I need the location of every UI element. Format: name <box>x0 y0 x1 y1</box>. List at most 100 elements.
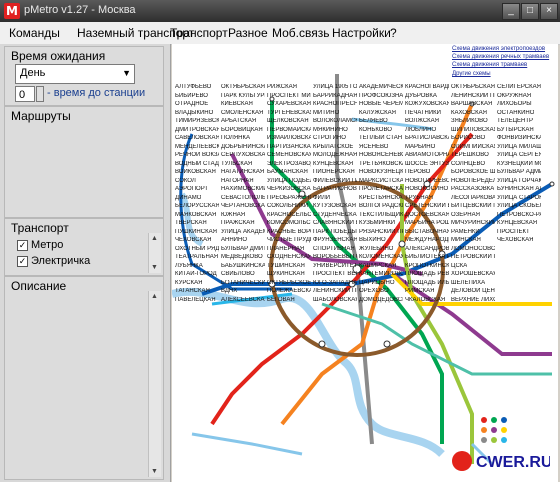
minimize-button[interactable]: _ <box>502 3 520 20</box>
station-label[interactable]: ЧИСТЫЕ ПРУДЫ <box>267 237 311 243</box>
station-label[interactable]: ИЗМАЙЛОВСКАЯ <box>267 135 311 141</box>
station-label[interactable]: КРЫЛАТСКОЕ <box>313 144 353 150</box>
station-label[interactable]: ЧЕРТАНОВСКАЯ <box>221 203 265 209</box>
station-label[interactable]: МИНСКАЯ <box>451 237 481 243</box>
station-label[interactable]: БОРОВИЦКАЯ <box>221 127 263 133</box>
close-button[interactable]: × <box>540 3 558 20</box>
station-label[interactable]: СОЛНЦЕВО <box>451 161 485 167</box>
station-label[interactable]: КАНТЕМИРОВСКАЯ <box>359 271 403 277</box>
station-label[interactable]: ШЕЛЕПИХА <box>451 280 485 286</box>
station-label[interactable]: КОЛОМЕНСКАЯ <box>359 254 403 260</box>
station-label[interactable]: РЯЗАНСКИЙ ПРОСПЕКТ <box>359 229 403 235</box>
station-label[interactable]: БЕГОВАЯ <box>267 297 295 303</box>
scroll-up-icon[interactable]: ▲ <box>151 293 158 300</box>
station-label[interactable]: ШАБОЛОВСКАЯ <box>313 297 357 303</box>
station-label[interactable]: ВЫСТАВОЧНАЯ <box>405 229 449 235</box>
station-label[interactable]: БИБИРЕВО <box>175 93 208 99</box>
station-label[interactable]: КУТУЗОВСКАЯ <box>313 203 356 209</box>
station-label[interactable]: ВЫХИНО <box>359 237 386 243</box>
station-label[interactable]: ВОЛЖСКАЯ <box>405 118 439 124</box>
station-label[interactable]: БОТАНИЧЕСКИЙ САД <box>221 280 265 286</box>
station-label[interactable]: ДОМОДЕДОВСКАЯ <box>359 297 403 303</box>
station-label[interactable]: МЕДВЕДКОВО <box>221 254 263 260</box>
station-label[interactable]: ОКТЯБРЬСКАЯ <box>221 84 265 90</box>
station-label[interactable]: ОКРУЖНАЯ <box>497 93 531 99</box>
station-label[interactable]: НОВОГИРЕЕВО <box>405 178 449 184</box>
station-label[interactable]: ФИЛИ <box>313 195 330 201</box>
station-label[interactable]: РАМЕНКИ <box>451 229 480 235</box>
station-label[interactable]: ТВЕРСКАЯ <box>175 220 207 226</box>
transport-scrollbar[interactable]: ▲ ▼ <box>148 233 161 273</box>
station-label[interactable]: ОКТЯБРЬСКОЕ ПОЛЕ <box>267 280 311 286</box>
station-label[interactable]: ЭЛЕКТРОЗАВОДСКАЯ <box>267 161 311 167</box>
station-label[interactable]: НОВЫЕ ЧЕРЕМУШКИ <box>359 101 403 107</box>
station-label[interactable]: ЖУЛЕБИНО <box>359 246 393 252</box>
station-label[interactable]: АЭРОПОРТ <box>175 186 208 192</box>
station-label[interactable]: ЗЯБЛИКОВО <box>451 118 488 124</box>
station-label[interactable]: БЕЛОРУССКАЯ <box>175 203 219 209</box>
station-label[interactable]: КУНЦЕВСКАЯ <box>313 161 353 167</box>
station-label[interactable]: ЦСКА <box>451 263 467 269</box>
link-other-schemas[interactable]: Другие схемы <box>452 71 491 77</box>
station-label[interactable]: ЛЕНИНСКИЙ ПРОСПЕКТ <box>451 93 495 99</box>
station-label[interactable]: ТЕРЕШКОВО <box>451 152 489 158</box>
station-label[interactable]: БУЛЬВАР ДМИТРИЯ ДОНСКОГО <box>221 246 265 252</box>
station-label[interactable]: ПАРК ПОБЕДЫ <box>313 229 357 235</box>
station-label[interactable]: ОСТАНКИНО <box>497 110 534 116</box>
station-label[interactable]: НАГОРНАЯ <box>221 178 254 184</box>
station-label[interactable]: КИЕВСКАЯ <box>221 101 253 107</box>
station-label[interactable]: ПИОНЕРСКАЯ <box>313 169 355 175</box>
station-label[interactable]: ПЕТРОВСКО-РАЗУМОВСКАЯ <box>497 212 541 218</box>
station-label[interactable]: НОВОЯСЕНЕВСКАЯ <box>359 152 403 158</box>
station-label[interactable]: ТУШИНСКАЯ <box>267 263 305 269</box>
station-label[interactable]: АЛТУФЬЕВО <box>175 84 211 90</box>
station-label[interactable]: СОКОЛ <box>175 178 196 184</box>
station-label[interactable]: БОРИСОВО <box>451 135 485 141</box>
station-label[interactable]: ТИМИРЯЗЕВСКАЯ <box>175 118 219 124</box>
station-label[interactable]: УЛИЦА СЕРГЕЯ ЭЙЗЕНШТЕЙНА <box>497 152 541 158</box>
station-label[interactable]: ВОЛГОГРАДСКИЙ ПРОСПЕКТ <box>359 203 403 209</box>
station-label[interactable]: НАГАТИНСКАЯ <box>221 169 264 175</box>
station-label[interactable]: ПАВЕЛЕЦКАЯ <box>175 297 216 303</box>
station-label[interactable]: КОМСОМОЛЬСКАЯ <box>267 220 311 226</box>
station-label[interactable]: ОРЕХОВО <box>359 288 389 294</box>
station-label[interactable]: БАРРИКАДНАЯ <box>313 93 357 99</box>
link-trains-schema[interactable]: Схема движения электропоездов <box>452 46 545 52</box>
maximize-button[interactable]: □ <box>521 3 539 20</box>
station-label[interactable]: АННИНО <box>221 237 247 243</box>
scroll-down-icon[interactable]: ▼ <box>151 264 158 271</box>
station-label[interactable]: РАССКАЗОВКА <box>451 186 494 192</box>
station-label[interactable]: ПЕТРОВСКИЙ ПАРК <box>451 254 495 260</box>
link-river-trams[interactable]: Схема движения речных трамваев <box>452 54 549 60</box>
station-label[interactable]: ПРОСПЕКТ ВЕРНАДСКОГО <box>313 271 357 277</box>
station-label[interactable]: ОЛИМПИЙСКАЯ ДЕРЕВНЯ <box>451 144 495 150</box>
station-label[interactable]: КОНЬКОВО <box>359 127 392 133</box>
station-label[interactable]: ПАРК КУЛЬТУРЫ <box>221 93 265 99</box>
station-label[interactable]: ПЛОЩАДЬ ИЛЬИЧА <box>405 280 449 286</box>
station-label[interactable]: КРАСНОСЕЛЬСКАЯ <box>267 212 311 218</box>
station-label[interactable]: ШИПИЛОВСКАЯ <box>451 127 495 133</box>
station-label[interactable]: ПЛАНЕРНАЯ <box>267 246 304 252</box>
station-label[interactable]: ПУШКИНСКАЯ <box>175 229 217 235</box>
menu-transport[interactable]: Транспорт <box>170 26 228 40</box>
station-label[interactable]: ЧКАЛОВСКАЯ <box>405 297 445 303</box>
station-label[interactable]: АВИАМОТОРНАЯ <box>405 152 449 158</box>
station-label[interactable]: ЛУБЯНКА <box>175 263 203 269</box>
station-label[interactable]: ШОССЕ ЭНТУЗИАСТОВ <box>405 161 449 167</box>
menu-help[interactable]: ? <box>390 26 397 40</box>
station-label[interactable]: ЮЖНАЯ <box>221 212 245 218</box>
station-label[interactable]: ОХОТНЫЙ РЯД <box>175 246 219 252</box>
station-label[interactable]: АРБАТСКАЯ <box>221 118 256 124</box>
station-label[interactable]: ПРАЖСКАЯ <box>221 220 255 226</box>
station-label[interactable]: АЛЕКСЕЕВСКАЯ <box>221 297 265 303</box>
station-label[interactable]: КРАСНЫЕ ВОРОТА <box>267 229 311 235</box>
station-label[interactable]: БИБЛИОТЕКА ИМЕНИ ЛЕНИНА <box>405 254 449 260</box>
station-label[interactable]: САВЕЛОВСКАЯ <box>175 135 219 141</box>
station-label[interactable]: УЛИЦА ПОДБЕЛЬСКОГО <box>267 178 311 184</box>
station-label[interactable]: МИЧУРИНСКИЙ ПРОСПЕКТ <box>451 220 495 226</box>
station-label[interactable]: ЮГО-ЗАПАДНАЯ <box>313 280 357 286</box>
station-label[interactable]: МАРКСИСТСКАЯ <box>359 178 403 184</box>
station-label[interactable]: КРОПОТКИНСКАЯ <box>405 263 449 269</box>
station-label[interactable]: ПОЛЕЖАЕВСКАЯ <box>267 288 311 294</box>
station-label[interactable]: ХОРОШЕВСКАЯ <box>451 271 495 277</box>
